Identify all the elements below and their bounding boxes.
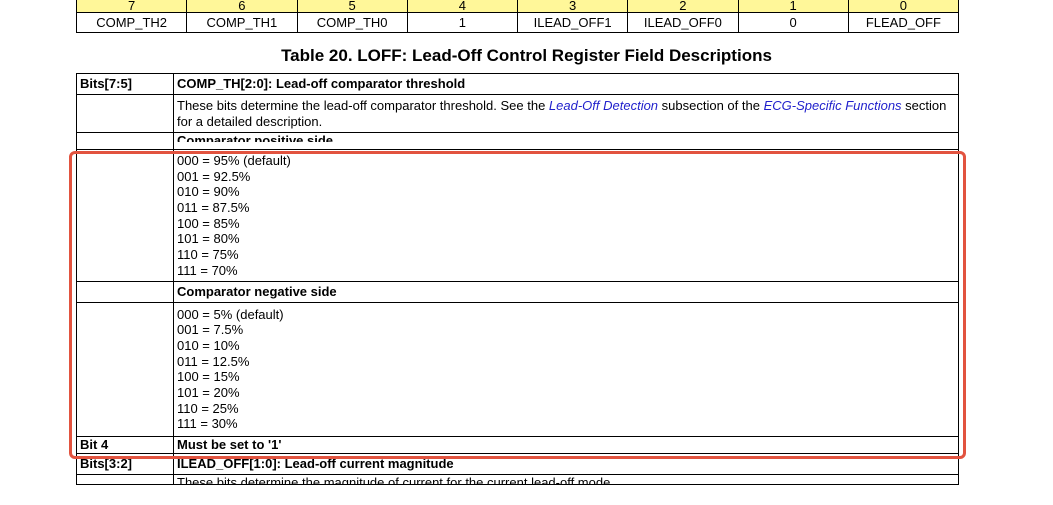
description-text: subsection of the (658, 98, 764, 113)
field-name: ILEAD_OFF1 (516, 12, 629, 33)
field-name: ILEAD_OFF0 (627, 12, 739, 33)
bit-number-row: 7 6 5 4 3 2 1 0 (75, 0, 960, 13)
field-description: These bits determine the lead-off compar… (173, 94, 959, 133)
bit-number: 2 (627, 0, 739, 13)
field-description: These bits determine the magnitude of cu… (173, 474, 959, 485)
field-title: ILEAD_OFF[1:0]: Lead-off current magnitu… (173, 453, 959, 475)
field-name: COMP_TH0 (296, 12, 408, 33)
list-item: 000 = 5% (default) (177, 306, 284, 322)
table-row: Bit 4 Must be set to '1' (76, 436, 959, 454)
field-name: COMP_TH1 (186, 12, 298, 33)
positive-side-values: 000 = 95% (default) 001 = 92.5% 010 = 90… (173, 149, 959, 282)
table-row: These bits determine the magnitude of cu… (76, 474, 959, 485)
list-item: 111 = 70% (177, 262, 238, 278)
list-item: 011 = 87.5% (177, 200, 250, 216)
bits-label: Bits[7:5] (76, 73, 174, 95)
list-item: 110 = 25% (177, 400, 239, 416)
negative-side-values: 000 = 5% (default) 001 = 7.5% 010 = 10% … (173, 301, 959, 437)
list-item: 100 = 15% (177, 369, 240, 385)
field-title: Must be set to '1' (173, 436, 959, 454)
table-row: Bits[3:2] ILEAD_OFF[1:0]: Lead-off curre… (76, 453, 959, 475)
list-item: 101 = 20% (177, 384, 240, 400)
bit-number: 0 (847, 0, 960, 13)
field-name-row: COMP_TH2 COMP_TH1 COMP_TH0 1 ILEAD_OFF1 … (75, 12, 960, 33)
lead-off-detection-link[interactable]: Lead-Off Detection (549, 98, 658, 113)
empty-cell (76, 132, 174, 150)
table-row: Bits[7:5] COMP_TH[2:0]: Lead-off compara… (76, 73, 959, 95)
list-item: 011 = 12.5% (177, 353, 250, 369)
empty-cell (76, 301, 174, 437)
empty-cell (76, 474, 174, 485)
bit-number: 6 (186, 0, 298, 13)
empty-cell (76, 280, 174, 303)
empty-cell (76, 149, 174, 282)
list-item: 001 = 7.5% (177, 322, 244, 338)
list-item: 010 = 90% (177, 184, 240, 200)
bits-label: Bits[3:2] (76, 453, 174, 475)
field-description-table: Bits[7:5] COMP_TH[2:0]: Lead-off compara… (76, 73, 959, 485)
list-item: 000 = 95% (default) (177, 153, 291, 168)
table-row: Comparator positive side (76, 132, 959, 150)
empty-cell (76, 94, 174, 133)
field-name: 0 (737, 12, 849, 33)
list-item: 101 = 80% (177, 231, 240, 247)
table-row: 000 = 95% (default) 001 = 92.5% 010 = 90… (76, 149, 959, 282)
register-bit-table: 7 6 5 4 3 2 1 0 COMP_TH2 COMP_TH1 COMP_T… (75, 0, 960, 33)
bit-number: 1 (737, 0, 849, 13)
table-caption: Table 20. LOFF: Lead-Off Control Registe… (281, 46, 772, 65)
table-row: These bits determine the lead-off compar… (76, 94, 959, 133)
table-row: Comparator negative side (76, 280, 959, 303)
list-item: 110 = 75% (177, 247, 239, 263)
bit-number: 7 (75, 0, 188, 13)
ecg-specific-functions-link[interactable]: ECG-Specific Functions (764, 98, 902, 113)
bit-number: 5 (296, 0, 408, 13)
bits-label: Bit 4 (76, 436, 174, 454)
description-text: These bits determine the magnitude of cu… (177, 475, 614, 484)
list-item: 001 = 92.5% (177, 168, 251, 184)
positive-side-title: Comparator positive side (177, 133, 334, 142)
field-name: 1 (406, 12, 519, 33)
negative-side-title: Comparator negative side (173, 280, 959, 303)
table-row: 000 = 5% (default) 001 = 7.5% 010 = 10% … (76, 301, 959, 437)
section-title: Comparator positive side (173, 132, 959, 150)
bit-number: 4 (406, 0, 519, 13)
list-item: 111 = 30% (177, 416, 238, 432)
list-item: 010 = 10% (177, 337, 240, 353)
list-item: 100 = 85% (177, 215, 240, 231)
field-name: COMP_TH2 (75, 12, 188, 33)
field-name: FLEAD_OFF (847, 12, 960, 33)
description-text: These bits determine the lead-off compar… (177, 98, 549, 113)
field-title: COMP_TH[2:0]: Lead-off comparator thresh… (173, 73, 959, 95)
bit-number: 3 (516, 0, 629, 13)
